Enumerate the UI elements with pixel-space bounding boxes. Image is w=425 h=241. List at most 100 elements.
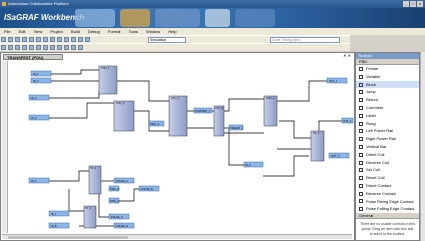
fbd-editor[interactable]: TRANSFEST (POU) ✕ ✕ IN_1 IN_2 IN_3 IN_4 …: [0, 52, 355, 241]
link-icon[interactable]: [64, 45, 69, 50]
menu-edit[interactable]: Edit: [19, 29, 26, 34]
function-block[interactable]: [88, 165, 102, 195]
delete-icon[interactable]: [50, 37, 55, 42]
function-block[interactable]: [113, 100, 135, 132]
function-block[interactable]: [263, 95, 278, 127]
product-name: ISaGRAF Workbench: [4, 13, 85, 22]
italic-icon[interactable]: [8, 45, 13, 50]
toolbox-item-reverse-contact[interactable]: Reverse Contact: [356, 190, 419, 198]
tag-label: IN_4: [31, 116, 37, 120]
align-left-icon[interactable]: [22, 45, 27, 50]
toolbox-item-label: Set Coil: [366, 167, 381, 173]
function-block[interactable]: [168, 95, 188, 137]
toolbox-item-pointer[interactable]: Pointer: [356, 65, 419, 73]
maximize-button[interactable]: □: [410, 1, 416, 7]
toolbox-item-label: Right Power Rail: [366, 136, 396, 142]
redo-icon[interactable]: [64, 37, 69, 42]
toolbox-item-return[interactable]: Return: [356, 96, 419, 104]
tag-label: PULSE_C: [111, 215, 123, 219]
menu-debug[interactable]: Debug: [88, 29, 100, 34]
align-center-icon[interactable]: [29, 45, 34, 50]
editor-close-icon[interactable]: ✕ ✕: [343, 53, 351, 58]
copy-icon[interactable]: [36, 37, 41, 42]
wire: [279, 120, 311, 139]
bold-icon[interactable]: [1, 45, 6, 50]
menu-project[interactable]: Project: [50, 29, 62, 34]
close-button[interactable]: x: [417, 1, 423, 7]
banner-graphic: [75, 9, 115, 27]
horizontal-scrollbar[interactable]: [2, 234, 352, 239]
toolbox-item-label: Direct Contact: [366, 182, 392, 188]
open-icon[interactable]: [8, 37, 13, 42]
toolbox-item-label: Rung: [366, 120, 376, 126]
toolbox-item-jump[interactable]: Jump: [356, 88, 419, 96]
tag-label: IN_5: [245, 163, 251, 167]
vertical-scrollbar[interactable]: [420, 52, 425, 241]
variable-icon[interactable]: [78, 45, 83, 50]
download-icon[interactable]: [85, 37, 90, 42]
menu-file[interactable]: File: [4, 29, 10, 34]
label-icon: [359, 113, 363, 118]
wire: [49, 102, 114, 119]
block-label: AND_1: [266, 96, 275, 100]
toolbox-item-vertical-bar[interactable]: Vertical Bar: [356, 143, 419, 151]
toolbox-item-comment[interactable]: Comment: [356, 104, 419, 112]
zoom-in-icon[interactable]: [43, 45, 48, 50]
tag-label: PRESET_1: [230, 126, 244, 130]
toolbox-item-direct-coil[interactable]: Direct Coil: [356, 151, 419, 159]
menu-window[interactable]: Window: [146, 29, 160, 34]
cut-icon[interactable]: [29, 37, 34, 42]
function-block[interactable]: [310, 130, 325, 162]
underline-icon[interactable]: [15, 45, 20, 50]
toolbox-item-right-power-rail[interactable]: Right Power Rail: [356, 135, 419, 143]
function-block[interactable]: [98, 65, 118, 95]
wire: [51, 69, 99, 75]
toolbox-item-pulse-rising[interactable]: Pulse Rising Edge Contact: [356, 198, 419, 206]
toolbox-item-pulse-falling[interactable]: Pulse Falling Edge Contact: [356, 205, 419, 213]
toolbox-item-reverse-coil[interactable]: Reverse Coil: [356, 159, 419, 167]
toolbox-item-left-power-rail[interactable]: Left Power Rail: [356, 127, 419, 135]
minimize-button[interactable]: _: [403, 1, 409, 7]
toolbox-item-label[interactable]: Label: [356, 112, 419, 120]
block-label: TP_3: [85, 206, 92, 210]
grid-icon[interactable]: [57, 45, 62, 50]
toolbox-item-label: Return: [366, 97, 379, 103]
debug-icon[interactable]: [78, 37, 83, 42]
toolbox-item-label: Label: [366, 112, 376, 118]
jump-icon: [359, 90, 363, 95]
zoom-out-icon[interactable]: [50, 45, 55, 50]
new-icon[interactable]: [1, 37, 6, 42]
function-block[interactable]: [213, 105, 225, 137]
menu-view[interactable]: View: [34, 29, 43, 34]
set-coil-icon: [359, 168, 363, 173]
toolbox-item-set-coil[interactable]: Set Coil: [356, 166, 419, 174]
tag-label: IN_1: [33, 72, 39, 76]
menu-help[interactable]: Help: [168, 29, 176, 34]
tag-label: TRIG_A: [150, 122, 160, 126]
toolbox-item-rung[interactable]: Rung: [356, 120, 419, 128]
toolbox-item-label: Reverse Contact: [366, 190, 396, 196]
direct-contact-icon: [359, 183, 363, 188]
toolbox-item-reset-coil[interactable]: Reset Coil: [356, 174, 419, 182]
save-icon[interactable]: [15, 37, 20, 42]
save-all-icon[interactable]: [22, 37, 27, 42]
wire: [68, 189, 84, 212]
banner-graphic: [205, 9, 230, 27]
menu-tools[interactable]: Tools: [129, 29, 138, 34]
toolbox-item-block[interactable]: Block: [356, 80, 419, 89]
build-icon[interactable]: [71, 37, 76, 42]
rung-icon: [359, 121, 363, 126]
menu-format[interactable]: Format: [108, 29, 121, 34]
scroll-thumb[interactable]: [8, 236, 128, 239]
paste-icon[interactable]: [43, 37, 48, 42]
align-right-icon[interactable]: [36, 45, 41, 50]
toolbox-item-direct-contact[interactable]: Direct Contact: [356, 182, 419, 190]
undo-icon[interactable]: [57, 37, 62, 42]
menu-build[interactable]: Build: [71, 29, 80, 34]
fbd-diagram[interactable]: IN_1 IN_2 IN_3 IN_4 TRIG_A PRESET_1 IN_5…: [9, 61, 354, 235]
toolbox-item-variable[interactable]: Variable: [356, 73, 419, 81]
tab-transfest[interactable]: TRANSFEST (POU): [3, 54, 63, 60]
block-label: TP_2: [90, 166, 97, 170]
block-icon[interactable]: [71, 45, 76, 50]
wire: [277, 120, 342, 150]
